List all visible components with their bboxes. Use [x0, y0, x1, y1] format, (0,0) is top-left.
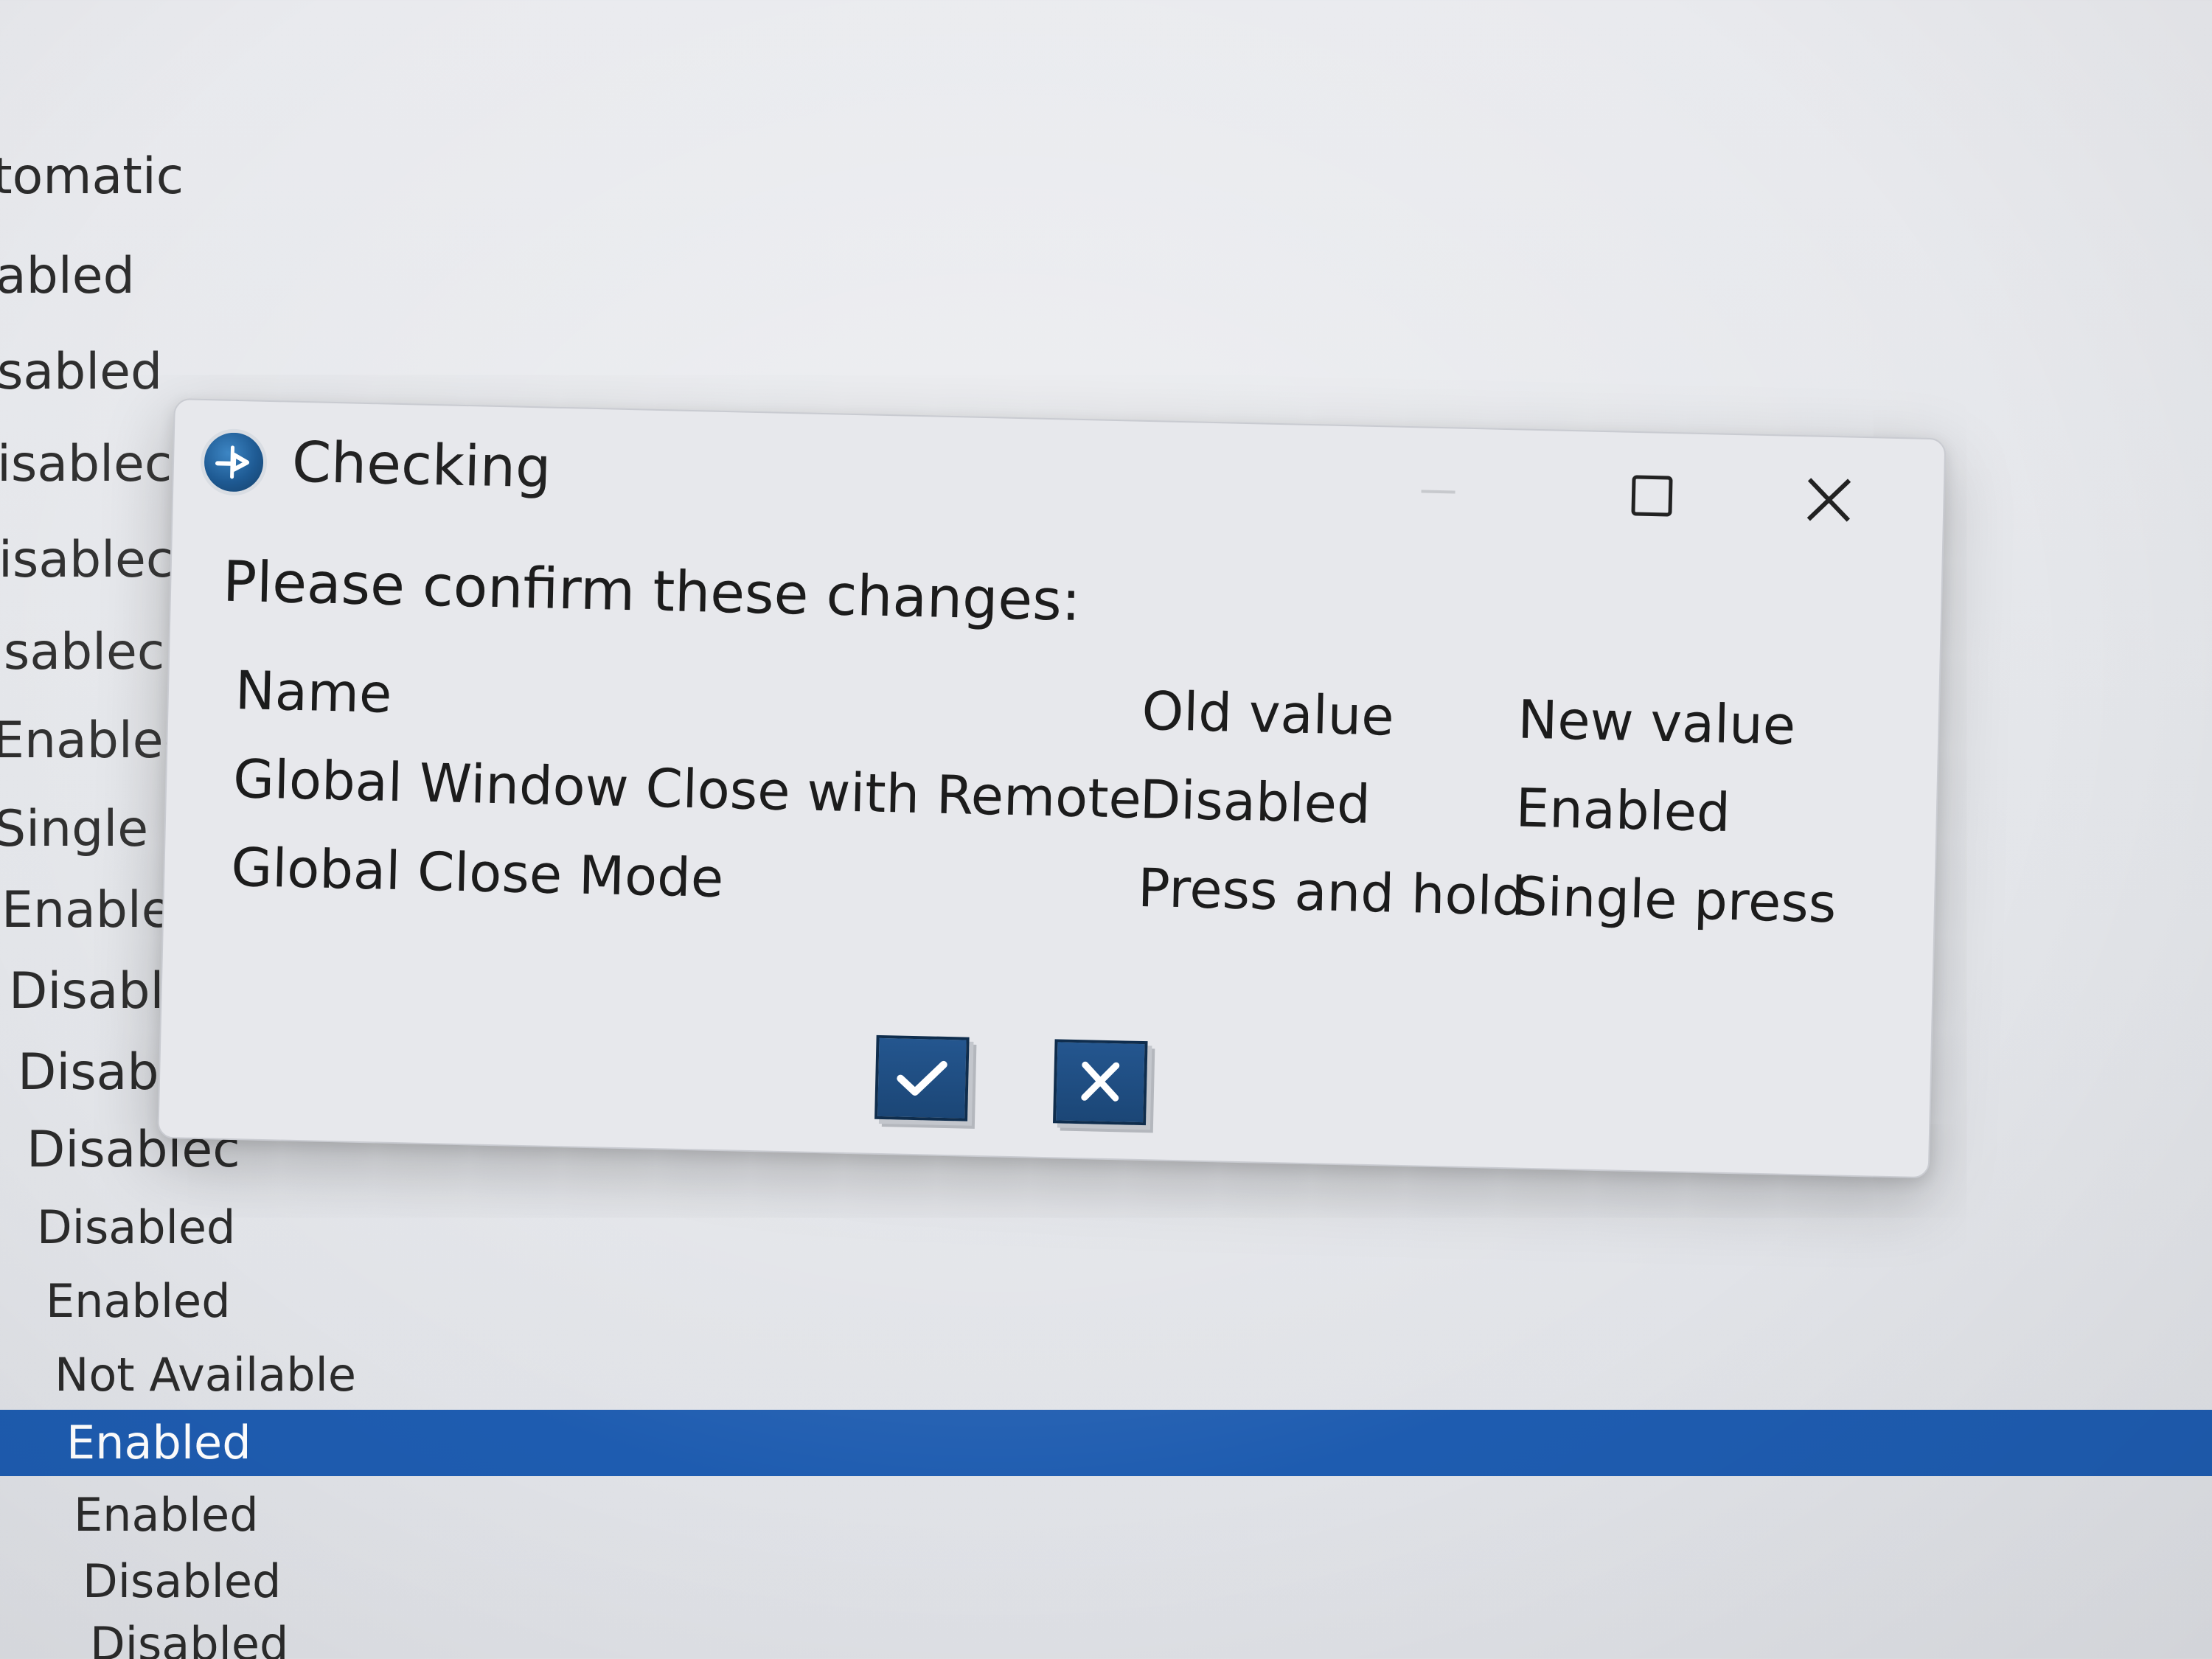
minimize-button[interactable] — [1405, 457, 1472, 525]
dialog-title: Checking — [291, 428, 552, 501]
dialog-prompt: Please confirm these changes: — [222, 548, 1082, 633]
list-item[interactable]: sabled — [0, 335, 162, 409]
maximize-button[interactable] — [1618, 462, 1686, 530]
list-item-label: tomatic — [0, 147, 184, 206]
confirm-changes-dialog: Checking Please confirm these changes: N… — [157, 398, 1947, 1179]
list-item-label: sabled — [0, 343, 163, 401]
list-item[interactable]: isablec — [0, 616, 164, 689]
row-old-value: Press and hold — [1137, 856, 1527, 928]
list-item[interactable]: Enabled — [74, 1478, 259, 1552]
list-item-label: Disabled — [37, 1200, 236, 1254]
list-item[interactable]: Disabled — [37, 1191, 235, 1265]
list-item-label: Not Available — [55, 1348, 356, 1402]
list-item[interactable]: isablec — [0, 524, 173, 597]
minimize-icon — [1421, 490, 1455, 494]
list-item-label: Disabled — [90, 1617, 289, 1659]
row-name: Global Close Mode — [230, 835, 725, 910]
cross-icon — [1081, 1061, 1120, 1102]
row-new-value: Single press — [1513, 865, 1837, 935]
close-icon — [1806, 478, 1851, 522]
maximize-icon — [1631, 475, 1673, 517]
list-item-label: Enabled — [74, 1488, 259, 1542]
row-new-value: Enabled — [1514, 776, 1731, 844]
list-item-label: abled — [0, 247, 135, 305]
changes-table: Name Old value New value Global Window C… — [231, 659, 1857, 934]
row-old-value: Disabled — [1139, 768, 1371, 835]
list-item-selected[interactable]: Enabled — [0, 1410, 2212, 1476]
list-item[interactable]: Disabled — [90, 1607, 288, 1659]
list-item-label: isablec — [0, 531, 174, 589]
list-item[interactable]: Not Available — [55, 1338, 356, 1412]
list-item[interactable]: abled — [0, 240, 135, 313]
list-item-label: isablec — [0, 623, 165, 681]
cancel-button[interactable] — [1052, 1039, 1148, 1126]
list-item[interactable]: tomatic — [0, 140, 184, 214]
column-header-name: Name — [234, 658, 393, 725]
column-header-new-value: New value — [1517, 688, 1797, 757]
close-button[interactable] — [1795, 466, 1863, 534]
app-logo-icon — [200, 428, 268, 496]
list-item-label: Enabled — [46, 1274, 231, 1328]
checkmark-icon — [897, 1060, 947, 1096]
confirm-button[interactable] — [874, 1034, 970, 1121]
column-header-old-value: Old value — [1141, 679, 1395, 748]
list-item-label: Disabled — [83, 1554, 282, 1608]
list-item[interactable]: isablec — [0, 428, 172, 501]
list-item[interactable]: Enabled — [46, 1265, 231, 1338]
list-item-label: Enabled — [66, 1416, 251, 1470]
list-item-label: isablec — [0, 435, 173, 493]
row-name: Global Window Close with Remote — [232, 747, 1142, 830]
